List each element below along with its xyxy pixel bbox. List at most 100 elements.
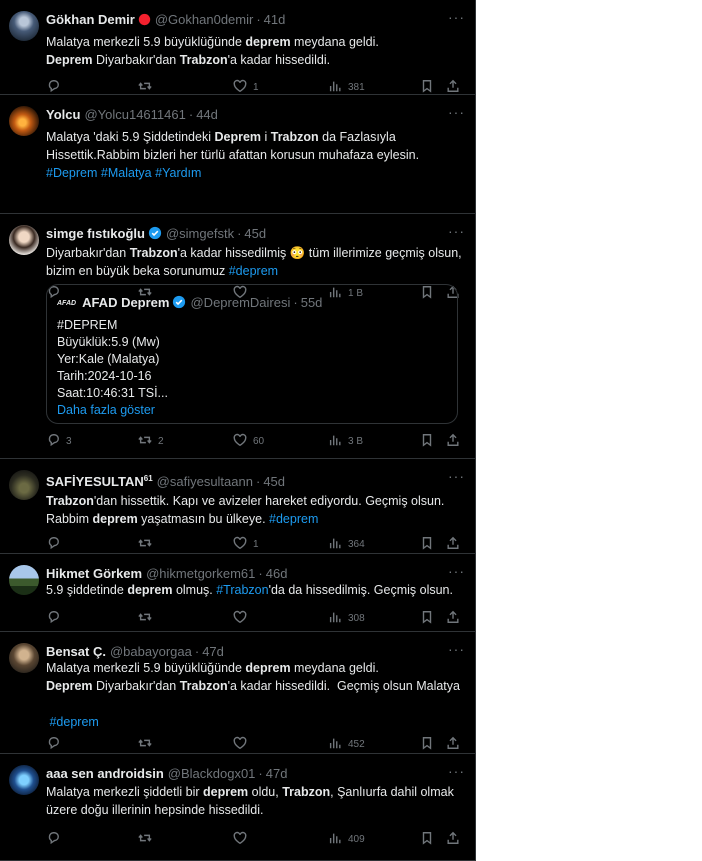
user-handle[interactable]: @Blackdogx01	[168, 766, 256, 781]
quoted-tweet[interactable]: AFAD AFAD Deprem @DepremDairesi · 55d #DEPREM…	[46, 284, 458, 424]
more-icon[interactable]: ···	[448, 763, 465, 779]
show-more-link[interactable]: Daha fazla göster	[57, 402, 168, 419]
share-button[interactable]	[446, 831, 460, 848]
views-button[interactable]: 409	[328, 831, 365, 848]
user-handle[interactable]: @simgefstk	[166, 226, 234, 241]
tweet[interactable]: Hikmet Görkem @hikmetgorkem61 · 46d ··· 5.9 ş…	[0, 554, 475, 632]
more-icon[interactable]: ···	[448, 223, 465, 239]
tweet[interactable]: Bensat Ç. @babayorgaa · 47d ··· Malatya merke…	[0, 632, 475, 754]
avatar[interactable]	[9, 765, 39, 795]
bookmark-button[interactable]	[420, 831, 434, 848]
avatar[interactable]	[9, 106, 39, 136]
separator-dot: ·	[188, 107, 194, 122]
tweet-time[interactable]: 41d	[264, 12, 286, 27]
more-icon[interactable]: ···	[448, 563, 465, 579]
like-button[interactable]	[233, 736, 253, 753]
views-button[interactable]: 381	[328, 79, 365, 96]
retweet-icon	[138, 79, 152, 96]
separator-dot: ·	[258, 566, 263, 581]
like-button[interactable]	[233, 610, 253, 627]
retweet-button[interactable]	[138, 610, 158, 627]
reply-button[interactable]	[46, 610, 66, 627]
user-handle[interactable]: @Yolcu14611461	[84, 107, 185, 122]
share-button[interactable]	[446, 536, 460, 553]
bookmark-icon	[420, 610, 434, 627]
share-icon	[446, 610, 460, 627]
tweet-actions: 308	[44, 610, 464, 628]
quoted-user-handle[interactable]: @DepremDairesi	[190, 295, 290, 310]
user-handle[interactable]: @babayorgaa	[110, 644, 192, 659]
tweet-time[interactable]: 46d	[266, 566, 288, 581]
retweet-button[interactable]	[138, 736, 158, 753]
display-name[interactable]: Bensat Ç.	[46, 644, 106, 659]
avatar[interactable]	[9, 470, 39, 500]
reply-button[interactable]: 3	[46, 433, 72, 450]
reply-button[interactable]	[46, 79, 66, 96]
tweet-time[interactable]: 47d	[202, 644, 224, 659]
views-button[interactable]: 3 B	[328, 433, 363, 450]
more-icon[interactable]: ···	[448, 104, 465, 120]
share-icon	[446, 536, 460, 553]
bookmark-button[interactable]	[420, 433, 434, 450]
share-button[interactable]	[446, 610, 460, 627]
like-button[interactable]: 1	[233, 79, 259, 96]
views-button[interactable]: 452	[328, 736, 365, 753]
tweet-header: Gökhan Demir @Gokhan0demir · 41d	[46, 12, 285, 28]
quoted-line: Saat:10:46:31 TSİ...	[57, 386, 168, 400]
retweet-button[interactable]: 2	[138, 433, 164, 450]
views-button[interactable]: 308	[328, 610, 365, 627]
tweet-time[interactable]: 47d	[266, 766, 288, 781]
user-handle[interactable]: @Gokhan0demir	[155, 12, 253, 27]
views-icon	[328, 736, 342, 753]
bookmark-icon	[420, 433, 434, 450]
tweet[interactable]: SAFİYESULTAN61 @safiyesultaann · 45d ··· Trab…	[0, 459, 475, 554]
avatar[interactable]	[9, 225, 39, 255]
reply-icon	[46, 831, 60, 848]
display-name[interactable]: simge fıstıkoğlu	[46, 226, 145, 241]
user-handle[interactable]: @hikmetgorkem61	[146, 566, 255, 581]
tweet-text: Malatya merkezli şiddetli bir deprem old…	[46, 785, 454, 817]
share-button[interactable]	[446, 79, 460, 96]
tweet[interactable]: aaa sen androidsin @Blackdogx01 · 47d ··· Mal…	[0, 754, 475, 861]
bookmark-button[interactable]	[420, 79, 434, 96]
reply-button[interactable]	[46, 536, 66, 553]
avatar[interactable]	[9, 643, 39, 673]
display-name[interactable]: aaa sen androidsin	[46, 766, 164, 781]
tweet-time[interactable]: 45d	[244, 226, 266, 241]
reply-button[interactable]	[46, 831, 66, 848]
user-handle[interactable]: @safiyesultaann	[157, 474, 253, 489]
reply-button[interactable]	[46, 736, 66, 753]
display-name[interactable]: Yolcu	[46, 107, 80, 122]
bookmark-button[interactable]	[420, 536, 434, 553]
timeline: Gökhan Demir @Gokhan0demir · 41d ··· Malatya …	[0, 0, 476, 861]
retweet-button[interactable]	[138, 79, 158, 96]
tweet[interactable]: Yolcu @Yolcu14611461 · 44d ··· Malatya 'daki …	[0, 95, 475, 299]
retweet-button[interactable]	[138, 831, 158, 848]
avatar[interactable]	[9, 565, 39, 595]
more-icon[interactable]: ···	[448, 641, 465, 657]
tweet-time[interactable]: 44d	[196, 107, 218, 122]
more-icon[interactable]: ···	[448, 9, 465, 25]
share-button[interactable]	[446, 736, 460, 753]
bookmark-icon	[420, 736, 434, 753]
like-button[interactable]: 60	[233, 433, 264, 450]
display-name[interactable]: Hikmet Görkem	[46, 566, 142, 581]
tweet[interactable]: Gökhan Demir @Gokhan0demir · 41d ··· Malatya …	[0, 0, 475, 95]
like-button[interactable]	[233, 831, 253, 848]
more-icon[interactable]: ···	[448, 468, 465, 484]
share-button[interactable]	[446, 433, 460, 450]
display-name[interactable]: Gökhan Demir	[46, 12, 135, 27]
bookmark-button[interactable]	[420, 736, 434, 753]
tweet[interactable]: simge fıstıkoğlu @simgefstk · 45d ··· Diyarba…	[0, 214, 475, 459]
display-name[interactable]: SAFİYESULTAN	[46, 474, 144, 489]
quoted-display-name[interactable]: AFAD Deprem	[82, 295, 169, 310]
avatar[interactable]	[9, 11, 39, 41]
tweet-header: Hikmet Görkem @hikmetgorkem61 · 46d	[46, 566, 287, 582]
tweet-time[interactable]: 45d	[263, 474, 285, 489]
like-button[interactable]: 1	[233, 536, 259, 553]
bookmark-button[interactable]	[420, 610, 434, 627]
retweet-button[interactable]	[138, 536, 158, 553]
quoted-line: Yer:Kale (Malatya)	[57, 352, 160, 366]
views-button[interactable]: 364	[328, 536, 365, 553]
share-icon	[446, 736, 460, 753]
